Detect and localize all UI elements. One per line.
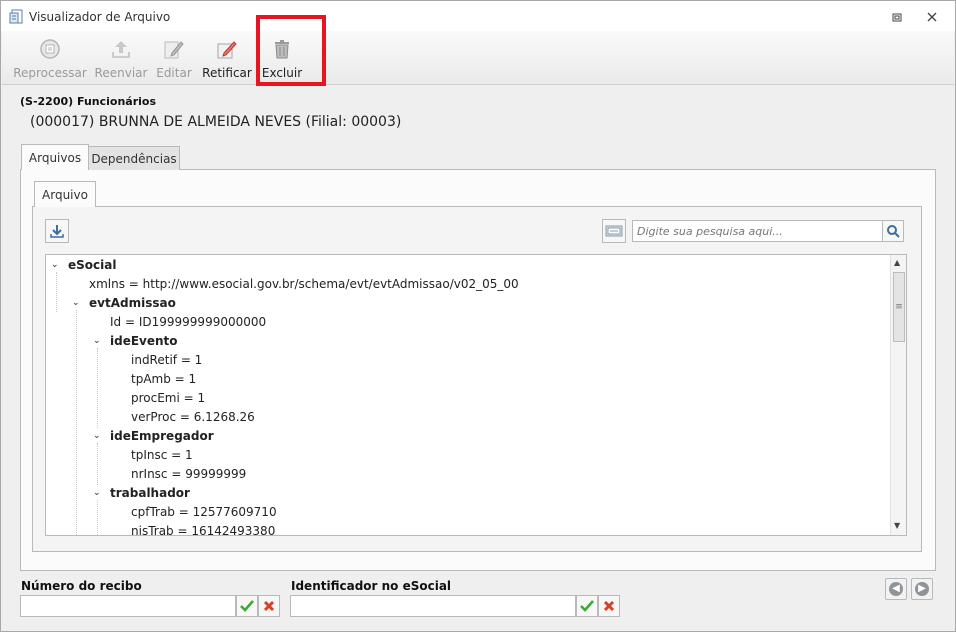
download-button[interactable] [45, 219, 69, 243]
identificador-label: Identificador no eSocial [291, 579, 452, 593]
arrow-left-icon: ◀ [889, 582, 903, 596]
recibo-field[interactable] [20, 595, 236, 617]
recibo-label: Número do recibo [21, 579, 142, 593]
tree-node[interactable]: ⌄ evtAdmissao [72, 294, 176, 312]
upload-icon [109, 37, 133, 61]
search-icon [887, 225, 900, 238]
tree-guide [97, 443, 98, 485]
reenviar-button[interactable]: Reenviar [95, 37, 147, 80]
identificador-field[interactable] [290, 595, 576, 617]
download-icon [50, 225, 64, 238]
worker-name: (000017) BRUNNA DE ALMEIDA NEVES (Filial… [30, 114, 402, 130]
retificar-button[interactable]: Retificar [202, 37, 252, 80]
title-bar: Visualizador de Arquivo [1, 1, 955, 31]
search-input[interactable] [632, 220, 884, 242]
window-title: Visualizador de Arquivo [29, 10, 171, 24]
previous-button[interactable]: ◀ [885, 578, 907, 600]
tree-leaf: nrInsc = 99999999 [131, 467, 247, 481]
tree-guide [97, 348, 98, 428]
tree-leaf: indRetif = 1 [131, 353, 203, 367]
tree-leaf: Id = ID199999999000000 [110, 315, 267, 329]
reprocessar-button[interactable]: Reprocessar [13, 37, 87, 80]
tree-guide [56, 272, 57, 312]
file-viewer-window: Visualizador de Arquivo Reprocessar Reen… [0, 0, 956, 632]
collapse-icon[interactable]: ⌄ [51, 260, 59, 270]
check-icon [580, 600, 594, 612]
check-icon [240, 600, 254, 612]
collapse-icon[interactable]: ⌄ [72, 298, 80, 308]
edit-icon [162, 37, 186, 61]
tree-node[interactable]: ⌄ trabalhador [93, 484, 190, 502]
toolbar: Reprocessar Reenviar Editar Retificar Ex… [2, 31, 954, 85]
tab-dependencias[interactable]: Dependências [88, 146, 180, 170]
rectify-icon [215, 37, 239, 61]
excluir-highlight-box [256, 15, 326, 86]
scrollbar-thumb[interactable]: ≡ [893, 272, 905, 342]
identificador-confirm-button[interactable] [576, 595, 598, 617]
tree-node[interactable]: ⌄ eSocial [51, 256, 116, 274]
search-button[interactable] [882, 220, 904, 242]
tree-guide [97, 500, 98, 535]
collapse-icon[interactable]: ⌄ [93, 336, 101, 346]
tab-arquivos[interactable]: Arquivos [21, 144, 89, 170]
restore-icon[interactable] [886, 7, 908, 27]
tree-leaf: procEmi = 1 [131, 391, 206, 405]
scroll-down-icon[interactable]: ▼ [894, 521, 900, 530]
identificador-clear-button[interactable] [598, 595, 620, 617]
tree-leaf: tpAmb = 1 [131, 372, 197, 386]
cross-icon [263, 600, 275, 612]
xml-icon [605, 225, 623, 237]
tree-leaf: verProc = 6.1268.26 [131, 410, 255, 424]
collapse-icon[interactable]: ⌄ [93, 488, 101, 498]
recibo-clear-button[interactable] [258, 595, 280, 617]
next-button[interactable]: ▶ [911, 578, 933, 600]
tree-leaf: xmlns = http://www.esocial.gov.br/schema… [89, 277, 519, 291]
cross-icon [603, 600, 615, 612]
tree-leaf: cpfTrab = 12577609710 [131, 505, 277, 519]
close-icon[interactable] [921, 7, 943, 27]
tree-leaf: nisTrab = 16142493380 [131, 524, 276, 536]
event-title: (S-2200) Funcionários [20, 95, 157, 108]
tree-scrollbar[interactable]: ▲ ≡ ▼ [890, 255, 906, 535]
xml-tree: ⌄ eSocial xmlns = http://www.esocial.gov.… [45, 254, 907, 536]
tree-node[interactable]: ⌄ ideEmpregador [93, 427, 214, 445]
xml-view-button[interactable] [602, 219, 626, 243]
editar-button[interactable]: Editar [156, 37, 192, 80]
scroll-up-icon[interactable]: ▲ [894, 258, 900, 267]
collapse-icon[interactable]: ⌄ [93, 431, 101, 441]
tree-guide [76, 310, 77, 535]
tree-node[interactable]: ⌄ ideEvento [93, 332, 178, 350]
tree-leaf: tpInsc = 1 [131, 448, 193, 462]
arrow-right-icon: ▶ [915, 582, 929, 596]
recibo-confirm-button[interactable] [236, 595, 258, 617]
app-icon [9, 9, 25, 25]
reprocess-icon [38, 37, 62, 61]
tab-arquivo[interactable]: Arquivo [34, 181, 96, 207]
